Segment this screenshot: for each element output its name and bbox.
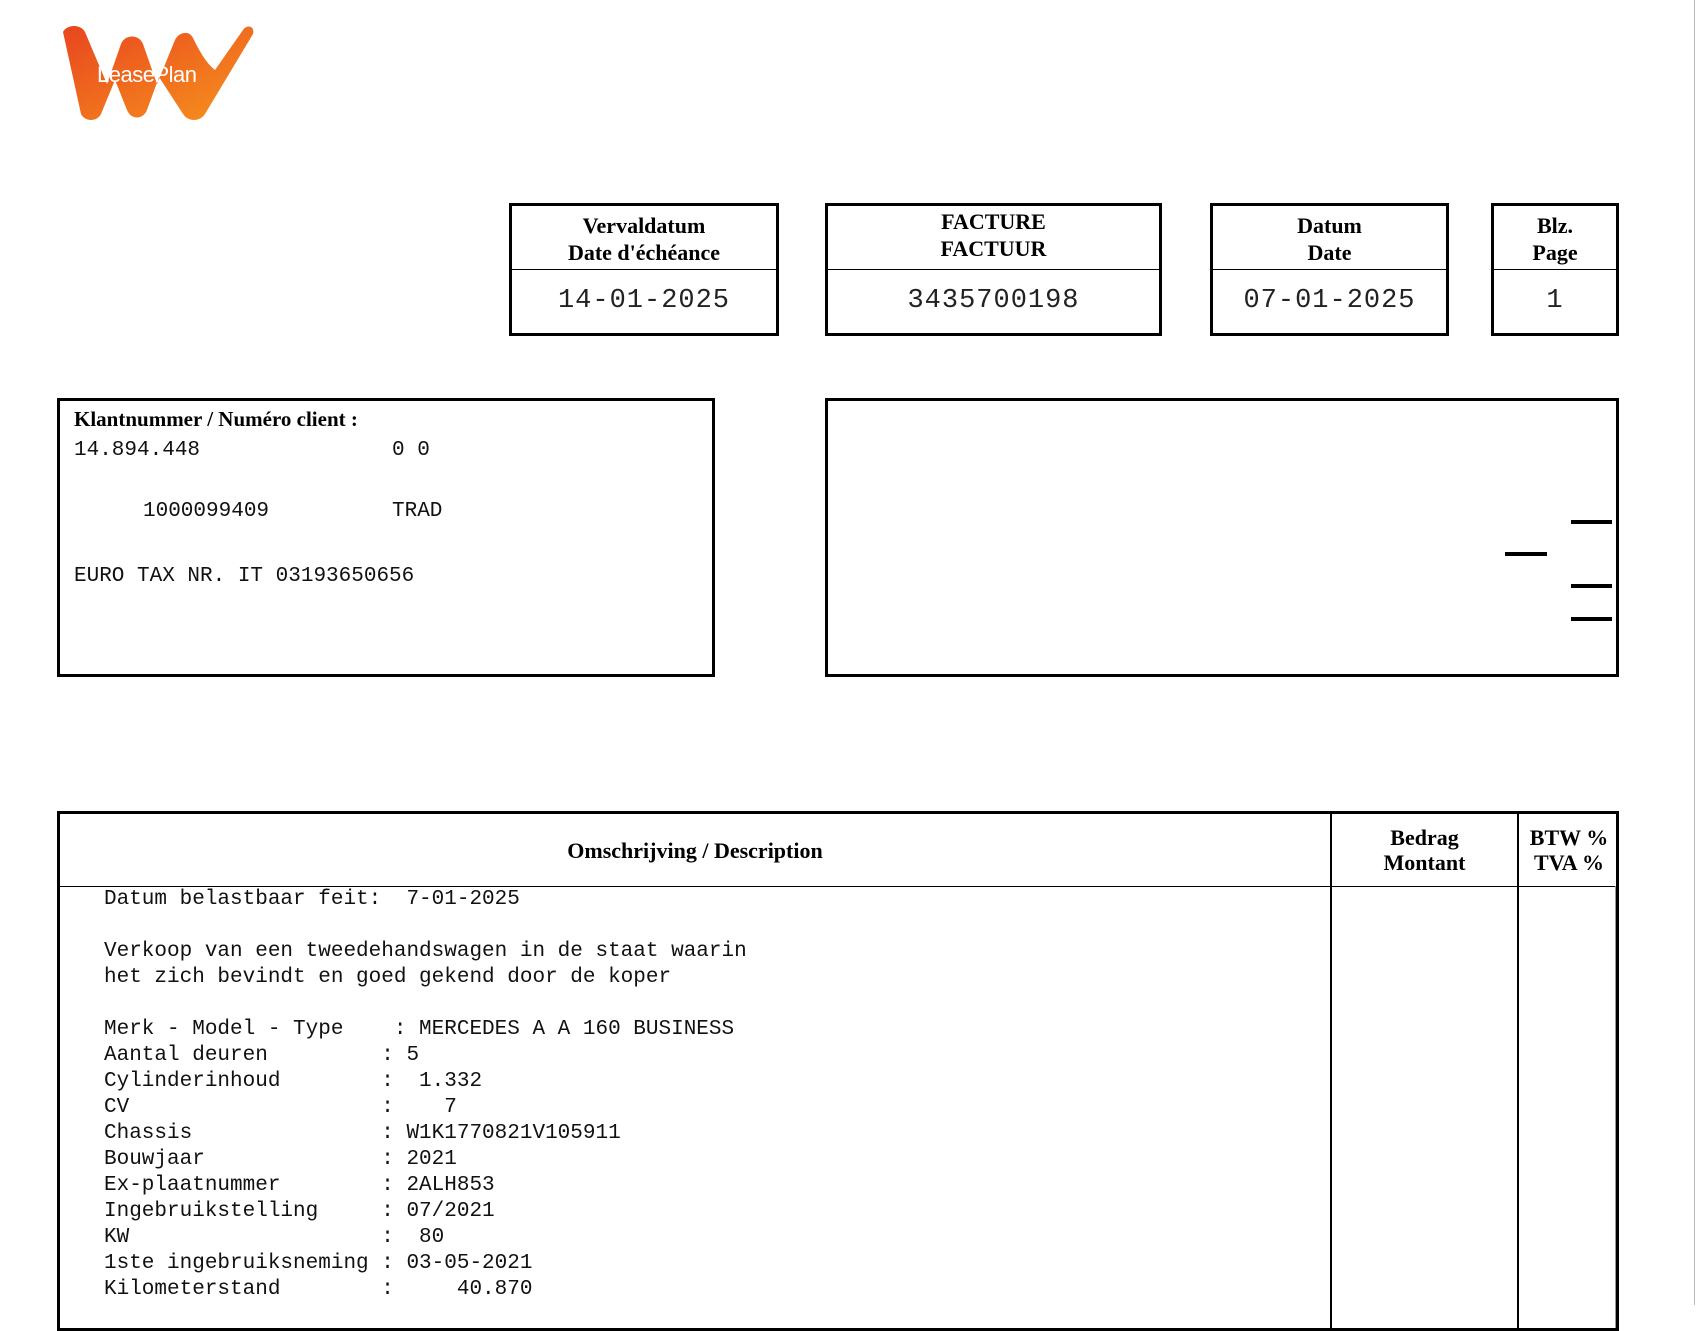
page-number: 1 bbox=[1546, 286, 1564, 316]
description-line: Merk - Model - Type : MERCEDES A A 160 B… bbox=[104, 1018, 735, 1041]
description-header: Omschrijving / Description bbox=[567, 837, 823, 863]
description-line: Bouwjaar : 2021 bbox=[104, 1148, 457, 1171]
logo-text: LeasePlan bbox=[97, 62, 197, 87]
column-divider bbox=[1615, 886, 1616, 1328]
client-ref: 1000099409 bbox=[143, 500, 270, 523]
description-table: Omschrijving / Description Bedrag Montan… bbox=[57, 811, 1619, 1331]
due-date-box: Vervaldatum Date d'échéance 14-01-2025 bbox=[509, 203, 779, 336]
description-line: Chassis : W1K1770821V105911 bbox=[104, 1122, 621, 1145]
address-mark bbox=[1571, 520, 1612, 524]
description-line: KW : 80 bbox=[104, 1226, 445, 1249]
description-line: Datum belastbaar feit: 7-01-2025 bbox=[104, 888, 520, 911]
page-label-fr: Page bbox=[1532, 240, 1578, 265]
invoice-label-nl: FACTUUR bbox=[940, 236, 1047, 261]
date-label-nl: Datum bbox=[1297, 213, 1362, 238]
page-box: Blz. Page 1 bbox=[1491, 203, 1619, 336]
description-line: CV : 7 bbox=[104, 1096, 457, 1119]
client-title: Klantnummer / Numéro client : bbox=[74, 407, 358, 431]
description-line: 1ste ingebruiksneming : 03-05-2021 bbox=[104, 1252, 533, 1275]
invoice-box: FACTURE FACTUUR 3435700198 bbox=[825, 203, 1162, 336]
client-tax-number: EURO TAX NR. IT 03193650656 bbox=[74, 565, 415, 588]
date-box: Datum Date 07-01-2025 bbox=[1210, 203, 1449, 336]
date-header: Datum Date bbox=[1213, 206, 1446, 270]
leaseplan-logo: LeasePlan bbox=[55, 22, 255, 132]
client-code: 0 0 bbox=[392, 439, 430, 462]
description-line: Ex-plaatnummer : 2ALH853 bbox=[104, 1174, 495, 1197]
client-number: 14.894.448 bbox=[74, 439, 201, 462]
due-date-label-nl: Vervaldatum bbox=[582, 213, 706, 238]
invoice-label-fr: FACTURE bbox=[941, 209, 1046, 234]
description-line: Aantal deuren : 5 bbox=[104, 1044, 420, 1067]
date-value: 07-01-2025 bbox=[1243, 286, 1416, 316]
description-line: Kilometerstand : 40.870 bbox=[104, 1278, 533, 1301]
page-edge bbox=[1694, 0, 1695, 1305]
invoice-number: 3435700198 bbox=[907, 286, 1080, 316]
address-mark bbox=[1505, 552, 1547, 556]
client-box: Klantnummer / Numéro client : 14.894.448… bbox=[57, 398, 715, 677]
page-header: Blz. Page bbox=[1494, 206, 1616, 270]
description-line: het zich bevindt en goed gekend door de … bbox=[104, 966, 672, 989]
address-box bbox=[825, 398, 1619, 677]
due-date-value: 14-01-2025 bbox=[557, 286, 731, 316]
description-line: Cylinderinhoud : 1.332 bbox=[104, 1070, 483, 1093]
description-line: Ingebruikstelling : 07/2021 bbox=[104, 1200, 495, 1223]
date-label-fr: Date bbox=[1307, 240, 1352, 265]
column-divider bbox=[1330, 814, 1332, 1328]
column-divider bbox=[1517, 814, 1519, 1328]
amount-header: Bedrag Montant bbox=[1383, 825, 1466, 875]
address-mark bbox=[1571, 617, 1612, 621]
page-label-nl: Blz. bbox=[1536, 213, 1574, 238]
address-mark bbox=[1571, 584, 1612, 588]
due-date-header: Vervaldatum Date d'échéance bbox=[512, 206, 776, 270]
description-line: Verkoop van een tweedehandswagen in de s… bbox=[104, 940, 747, 963]
invoice-header: FACTURE FACTUUR bbox=[828, 206, 1159, 270]
due-date-label-fr: Date d'échéance bbox=[567, 240, 721, 265]
client-type: TRAD bbox=[392, 500, 443, 523]
vat-header: BTW % TVA % bbox=[1529, 825, 1609, 875]
